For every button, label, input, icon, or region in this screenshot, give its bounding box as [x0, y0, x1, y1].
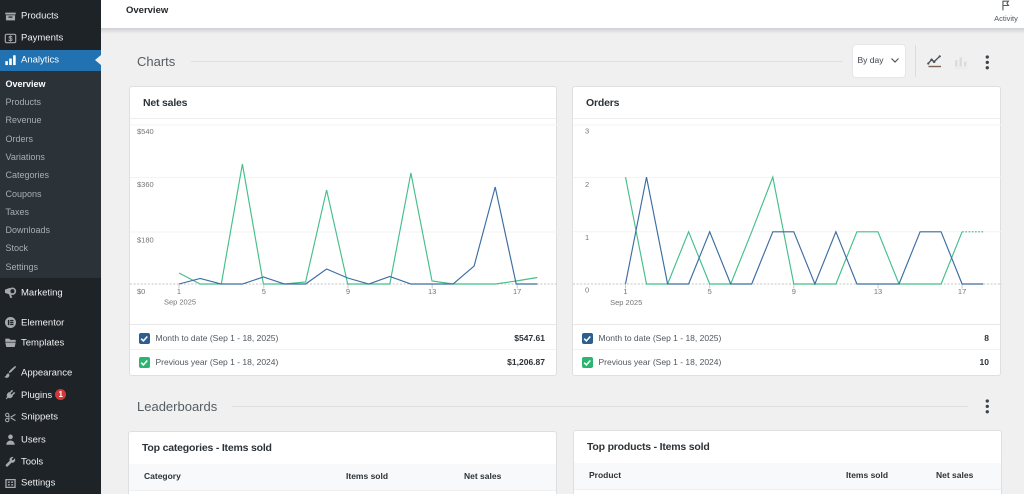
svg-text:13: 13 [428, 287, 436, 296]
svg-text:1: 1 [585, 233, 589, 242]
svg-text:9: 9 [346, 287, 350, 296]
svg-text:17: 17 [513, 287, 521, 296]
svg-text:2: 2 [585, 180, 589, 189]
svg-text:3: 3 [585, 127, 589, 136]
svg-text:Sep 2025: Sep 2025 [610, 298, 642, 307]
svg-text:1: 1 [623, 287, 627, 296]
svg-text:$0: $0 [137, 287, 145, 296]
svg-text:$540: $540 [137, 127, 154, 136]
svg-text:5: 5 [262, 287, 266, 296]
svg-text:Sep 2025: Sep 2025 [164, 298, 196, 307]
svg-text:1: 1 [177, 287, 181, 296]
svg-text:0: 0 [585, 286, 589, 295]
svg-text:17: 17 [958, 287, 966, 296]
svg-text:9: 9 [792, 287, 796, 296]
svg-text:$180: $180 [137, 236, 154, 245]
svg-text:$: $ [9, 35, 13, 43]
svg-text:13: 13 [874, 287, 882, 296]
svg-text:$360: $360 [137, 180, 154, 189]
svg-text:5: 5 [708, 287, 712, 296]
